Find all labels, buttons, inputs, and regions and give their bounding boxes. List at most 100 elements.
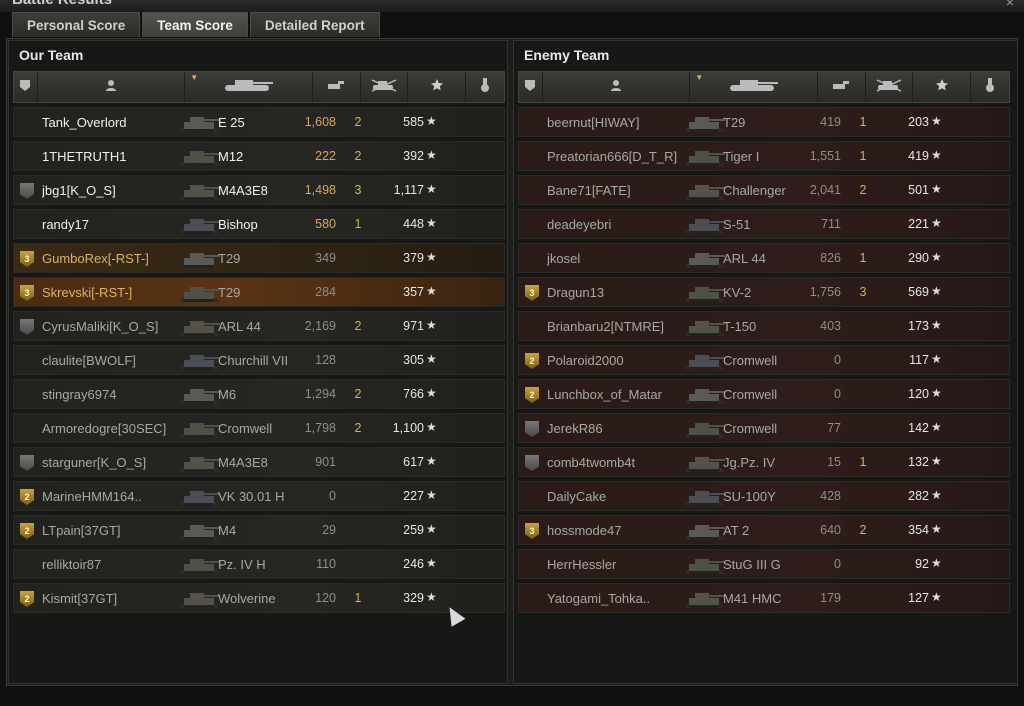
table-row[interactable]: 2 MarineHMM164.. VK 30.01 H 0 227 ★: [13, 481, 505, 511]
tank-icon: [681, 553, 727, 579]
table-row[interactable]: 2 Polaroid2000 Cromwell 0 117 ★: [518, 345, 1010, 375]
table-row[interactable]: 3 Dragun13 KV-2 1,756 3 569 ★: [518, 277, 1010, 307]
player-name[interactable]: LTpain[37GT]: [42, 523, 182, 538]
column-header-star[interactable]: [408, 72, 467, 102]
table-row[interactable]: Preatorian666[D_T_R] Tiger I 1,551 1 419 ★: [518, 141, 1010, 171]
table-row[interactable]: 2 LTpain[37GT] M4 29 259 ★: [13, 515, 505, 545]
player-name[interactable]: comb4twomb4t: [547, 455, 687, 470]
table-row[interactable]: 2 Lunchbox_of_Matar Cromwell 0 120 ★: [518, 379, 1010, 409]
table-row[interactable]: HerrHessler StuG III G 0 92 ★: [518, 549, 1010, 579]
player-name[interactable]: stingray6974: [42, 387, 182, 402]
star-icon: ★: [426, 488, 437, 502]
table-row[interactable]: Yatogami_Tohka.. M41 HMC 179 127 ★: [518, 583, 1010, 613]
column-header-tank[interactable]: ▼: [690, 72, 818, 102]
damage-value: 128: [315, 353, 336, 367]
xp-value: 329: [403, 591, 424, 605]
column-header-medal[interactable]: [971, 72, 1009, 102]
player-name[interactable]: 1THETRUTH1: [42, 149, 182, 164]
player-name[interactable]: Preatorian666[D_T_R]: [547, 149, 687, 164]
player-name[interactable]: Armoredogre[30SEC]: [42, 421, 182, 436]
table-row[interactable]: Armoredogre[30SEC] Cromwell 1,798 2 1,100 ★: [13, 413, 505, 443]
tab-detailed-report[interactable]: Detailed Report: [249, 12, 380, 37]
damage-value: 2,041: [809, 183, 841, 197]
table-row[interactable]: deadeyebri S-51 711 221 ★: [518, 209, 1010, 239]
column-header-destroyed[interactable]: [866, 72, 914, 102]
player-name[interactable]: Tank_Overlord: [42, 115, 182, 130]
player-name[interactable]: randy17: [42, 217, 182, 232]
table-row[interactable]: relliktoir87 Pz. IV H 110 246 ★: [13, 549, 505, 579]
tank-icon: [176, 213, 222, 239]
table-row[interactable]: Bane71[FATE] Challenger 2,041 2 501 ★: [518, 175, 1010, 205]
player-name[interactable]: Brianbaru2[NTMRE]: [547, 319, 687, 334]
tank-name: E 25: [218, 115, 245, 130]
kills-value: 2: [354, 421, 362, 435]
table-row[interactable]: claulite[BWOLF] Churchill VII 128 305 ★: [13, 345, 505, 375]
close-icon[interactable]: ×: [1006, 0, 1014, 10]
column-header-tank[interactable]: ▼: [185, 72, 313, 102]
table-row[interactable]: stingray6974 M6 1,294 2 766 ★: [13, 379, 505, 409]
player-name[interactable]: MarineHMM164..: [42, 489, 182, 504]
player-name[interactable]: Dragun13: [547, 285, 687, 300]
player-name[interactable]: Lunchbox_of_Matar: [547, 387, 687, 402]
player-name[interactable]: hossmode47: [547, 523, 687, 538]
table-row[interactable]: Tank_Overlord E 25 1,608 2 585 ★: [13, 107, 505, 137]
player-name[interactable]: jbg1[K_O_S]: [42, 183, 182, 198]
table-row[interactable]: jkosel ARL 44 826 1 290 ★: [518, 243, 1010, 273]
column-header-gun[interactable]: [313, 72, 361, 102]
tank-name: StuG III G: [723, 557, 781, 572]
xp-value: 392: [403, 149, 424, 163]
column-header-squad[interactable]: [14, 72, 38, 102]
table-row[interactable]: jbg1[K_O_S] M4A3E8 1,498 3 1,117 ★: [13, 175, 505, 205]
table-row[interactable]: starguner[K_O_S] M4A3E8 901 617 ★: [13, 447, 505, 477]
star-icon: ★: [426, 182, 437, 196]
column-header-medal[interactable]: [466, 72, 504, 102]
column-header-gun[interactable]: [818, 72, 866, 102]
player-name[interactable]: Yatogami_Tohka..: [547, 591, 687, 606]
table-row[interactable]: Brianbaru2[NTMRE] T-150 403 173 ★: [518, 311, 1010, 341]
player-name[interactable]: CyrusMaliki[K_O_S]: [42, 319, 182, 334]
table-row[interactable]: CyrusMaliki[K_O_S] ARL 44 2,169 2 971 ★: [13, 311, 505, 341]
player-name[interactable]: Skrevski[-RST-]: [42, 285, 182, 300]
tab-personal-score[interactable]: Personal Score: [12, 12, 141, 37]
tank-name: VK 30.01 H: [218, 489, 285, 504]
table-row[interactable]: randy17 Bishop 580 1 448 ★: [13, 209, 505, 239]
column-header-star[interactable]: [913, 72, 972, 102]
xp-value: 246: [403, 557, 424, 571]
player-name[interactable]: relliktoir87: [42, 557, 182, 572]
damage-value: 110: [316, 557, 336, 571]
table-row[interactable]: 1THETRUTH1 M12 222 2 392 ★: [13, 141, 505, 171]
column-header-player[interactable]: [543, 72, 691, 102]
player-name[interactable]: HerrHessler: [547, 557, 687, 572]
player-name[interactable]: beernut[HIWAY]: [547, 115, 687, 130]
player-name[interactable]: starguner[K_O_S]: [42, 455, 182, 470]
tab-team-score[interactable]: Team Score: [142, 12, 248, 37]
table-row[interactable]: 3 GumboRex[-RST-] T29 349 379 ★: [13, 243, 505, 273]
tank-icon: [176, 587, 222, 613]
player-name[interactable]: deadeyebri: [547, 217, 687, 232]
squad-badge-icon: 3: [525, 285, 539, 301]
player-name[interactable]: jkosel: [547, 251, 687, 266]
table-row[interactable]: DailyCake SU-100Y 428 282 ★: [518, 481, 1010, 511]
table-row[interactable]: 2 Kismit[37GT] Wolverine 120 1 329 ★: [13, 583, 505, 613]
table-row[interactable]: beernut[HIWAY] T29 419 1 203 ★: [518, 107, 1010, 137]
player-name[interactable]: Bane71[FATE]: [547, 183, 687, 198]
table-row[interactable]: 3 hossmode47 AT 2 640 2 354 ★: [518, 515, 1010, 545]
tank-icon: [176, 349, 222, 375]
player-name[interactable]: claulite[BWOLF]: [42, 353, 182, 368]
column-header-player[interactable]: [38, 72, 186, 102]
table-row[interactable]: comb4twomb4t Jg.Pz. IV 15 1 132 ★: [518, 447, 1010, 477]
xp-value: 354: [908, 523, 929, 537]
player-name[interactable]: Polaroid2000: [547, 353, 687, 368]
tank-icon: [176, 145, 222, 171]
player-name[interactable]: JerekR86: [547, 421, 687, 436]
player-name[interactable]: Kismit[37GT]: [42, 591, 182, 606]
column-header-squad[interactable]: [519, 72, 543, 102]
table-row[interactable]: JerekR86 Cromwell 77 142 ★: [518, 413, 1010, 443]
table-row[interactable]: 3 Skrevski[-RST-] T29 284 357 ★: [13, 277, 505, 307]
player-name[interactable]: GumboRex[-RST-]: [42, 251, 182, 266]
star-icon: ★: [931, 114, 942, 128]
xp-value: 569: [908, 285, 929, 299]
column-header-destroyed[interactable]: [361, 72, 409, 102]
kills-value: 2: [354, 319, 362, 333]
player-name[interactable]: DailyCake: [547, 489, 687, 504]
